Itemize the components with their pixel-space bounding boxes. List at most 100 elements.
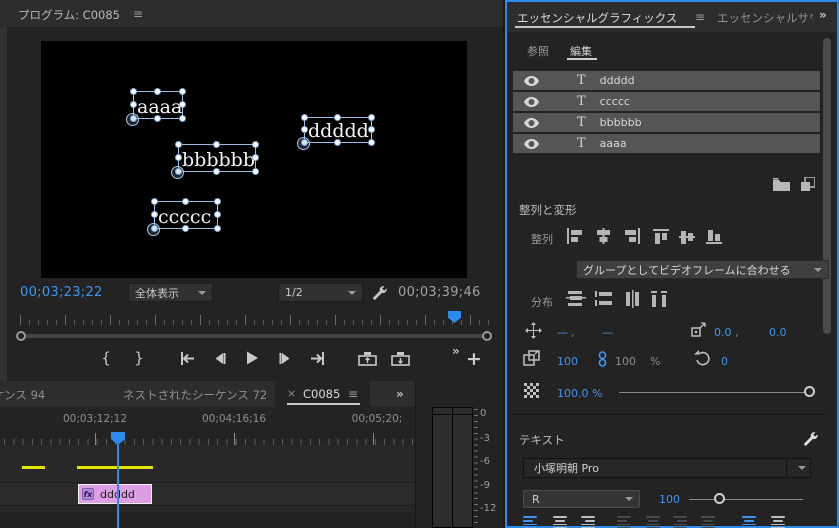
mark-in-button[interactable]: { — [96, 348, 116, 368]
close-tab-icon[interactable]: × — [287, 387, 296, 400]
selection-handle[interactable] — [334, 114, 341, 121]
panel-menu-icon[interactable]: ≡ — [133, 7, 143, 21]
go-to-out-button[interactable] — [308, 348, 328, 368]
zoom-handle-left[interactable] — [16, 331, 26, 341]
selection-handle[interactable] — [151, 211, 158, 218]
selection-handle[interactable] — [151, 198, 158, 205]
selection-handle[interactable] — [175, 141, 182, 148]
selection-handle[interactable] — [334, 139, 341, 146]
text-wrench-icon[interactable] — [801, 430, 818, 447]
font-size-slider[interactable] — [689, 499, 803, 500]
egp-scrollbar[interactable] — [823, 38, 831, 334]
visibility-eye-icon[interactable] — [524, 92, 539, 111]
selection-handle[interactable] — [213, 168, 220, 175]
align-target-dropdown[interactable]: グループとしてビデオフレームに合わせる — [576, 260, 829, 279]
program-tab[interactable]: プログラム: C0085 — [18, 7, 120, 23]
selection-handle[interactable] — [179, 88, 186, 95]
layer-row-bbbbbb[interactable]: T bbbbbb — [513, 113, 820, 132]
opacity-value[interactable]: 100.0 % — [557, 387, 602, 400]
selection-handle[interactable] — [214, 211, 221, 218]
go-to-in-button[interactable] — [176, 348, 196, 368]
layer-row-ccccc[interactable]: T ccccc — [513, 92, 820, 111]
canvas-text-object[interactable]: aaaa — [126, 88, 186, 126]
align-top-icon[interactable] — [653, 228, 669, 246]
more-buttons-chevron[interactable]: » — [452, 344, 460, 358]
opacity-icon[interactable] — [524, 383, 539, 398]
new-folder-icon[interactable] — [773, 178, 790, 191]
distribute-vertical-space-icon[interactable] — [594, 290, 614, 307]
selection-handle[interactable] — [179, 101, 186, 108]
selection-handle[interactable] — [368, 126, 375, 133]
program-video-viewport[interactable]: aaaa ddddd bbbbbb ccccc — [41, 41, 467, 278]
step-forward-button[interactable] — [275, 348, 295, 368]
link-scale-icon[interactable] — [598, 351, 607, 367]
anchor-point[interactable] — [126, 113, 139, 126]
selection-handle[interactable] — [179, 115, 186, 122]
text-justify-last-left-icon[interactable] — [617, 516, 631, 528]
text-align-left-icon[interactable] — [523, 516, 537, 528]
align-bottom-icon[interactable] — [706, 228, 722, 246]
position-x-value[interactable]: — — [557, 326, 568, 339]
panel-menu-icon[interactable]: ≡ — [695, 10, 705, 24]
anchor-point[interactable] — [171, 166, 184, 179]
selection-handle[interactable] — [252, 154, 259, 161]
program-time-ruler[interactable] — [20, 309, 492, 325]
visibility-eye-icon[interactable] — [524, 113, 539, 132]
selection-handle[interactable] — [368, 139, 375, 146]
position-y-value[interactable]: — — [602, 326, 613, 339]
anchor-x-value[interactable]: 0.0 — [714, 326, 732, 339]
minimized-clip[interactable] — [22, 466, 45, 469]
canvas-text-object[interactable]: ccccc — [147, 198, 221, 236]
zoom-handle-right[interactable] — [482, 331, 492, 341]
scale-height-value[interactable]: 100 — [615, 355, 636, 368]
step-back-button[interactable] — [209, 348, 229, 368]
zoom-level-dropdown[interactable]: 全体表示 — [128, 283, 213, 302]
timeline-playhead-line[interactable] — [117, 439, 119, 528]
tab-essential-sound[interactable]: エッセンシャルサウ — [717, 10, 813, 26]
selection-handle[interactable] — [130, 88, 137, 95]
selection-handle[interactable] — [175, 154, 182, 161]
timeline-ruler-ticks[interactable] — [0, 427, 415, 445]
visibility-eye-icon[interactable] — [524, 134, 539, 153]
align-center-vertical-icon[interactable] — [679, 228, 695, 246]
new-layer-icon[interactable] — [801, 177, 815, 191]
text-align-right-icon[interactable] — [581, 516, 595, 528]
program-zoom-scrollbar[interactable] — [16, 330, 492, 342]
tab-essential-graphics[interactable]: エッセンシャルグラフィックス — [517, 10, 677, 26]
distribute-horizontal-space-icon[interactable] — [650, 290, 668, 308]
selection-handle[interactable] — [301, 126, 308, 133]
timeline-clip-ddddd[interactable]: fx ddddd — [78, 484, 152, 504]
position-move-icon[interactable] — [525, 322, 542, 339]
selection-handle[interactable] — [301, 114, 308, 121]
align-center-horizontal-icon[interactable] — [594, 228, 613, 244]
tab-sequence-94[interactable]: シーケンス 94 — [0, 387, 45, 403]
anchor-point-icon[interactable] — [691, 322, 706, 337]
font-size-slider-knob[interactable] — [714, 493, 725, 504]
selection-handle[interactable] — [252, 141, 259, 148]
mark-out-button[interactable]: } — [129, 348, 149, 368]
lift-button[interactable] — [357, 348, 377, 368]
selection-handle[interactable] — [252, 168, 259, 175]
panel-menu-icon[interactable]: ≡ — [348, 387, 358, 401]
distribute-vertical-center-icon[interactable] — [566, 290, 586, 307]
timeline-ruler[interactable]: 00;03;12;12 00;04;16;16 00;05;20; — [0, 407, 415, 427]
selection-handle[interactable] — [214, 198, 221, 205]
text-justify-last-center-icon[interactable] — [646, 516, 660, 528]
selection-handle[interactable] — [214, 225, 221, 232]
text-align-middle-icon[interactable] — [771, 516, 785, 528]
selection-handle[interactable] — [213, 141, 220, 148]
canvas-text-object[interactable]: ddddd — [297, 114, 375, 150]
button-editor-plus[interactable]: + — [466, 348, 482, 370]
more-tabs-chevron[interactable]: » — [819, 8, 827, 22]
fx-badge[interactable]: fx — [82, 488, 94, 500]
font-size-value[interactable]: 100 — [659, 493, 680, 506]
subtab-browse[interactable]: 参照 — [527, 43, 549, 59]
play-button[interactable] — [242, 348, 262, 368]
program-playhead[interactable] — [448, 311, 461, 323]
playback-resolution-dropdown[interactable]: 1/2 — [278, 283, 363, 302]
text-align-top-icon[interactable] — [742, 516, 756, 528]
minimized-clip[interactable] — [77, 466, 153, 469]
text-justify-last-right-icon[interactable] — [673, 516, 687, 528]
font-family-dropdown[interactable]: 小塚明朝 Pro — [523, 458, 811, 478]
anchor-y-value[interactable]: 0.0 — [769, 326, 787, 339]
